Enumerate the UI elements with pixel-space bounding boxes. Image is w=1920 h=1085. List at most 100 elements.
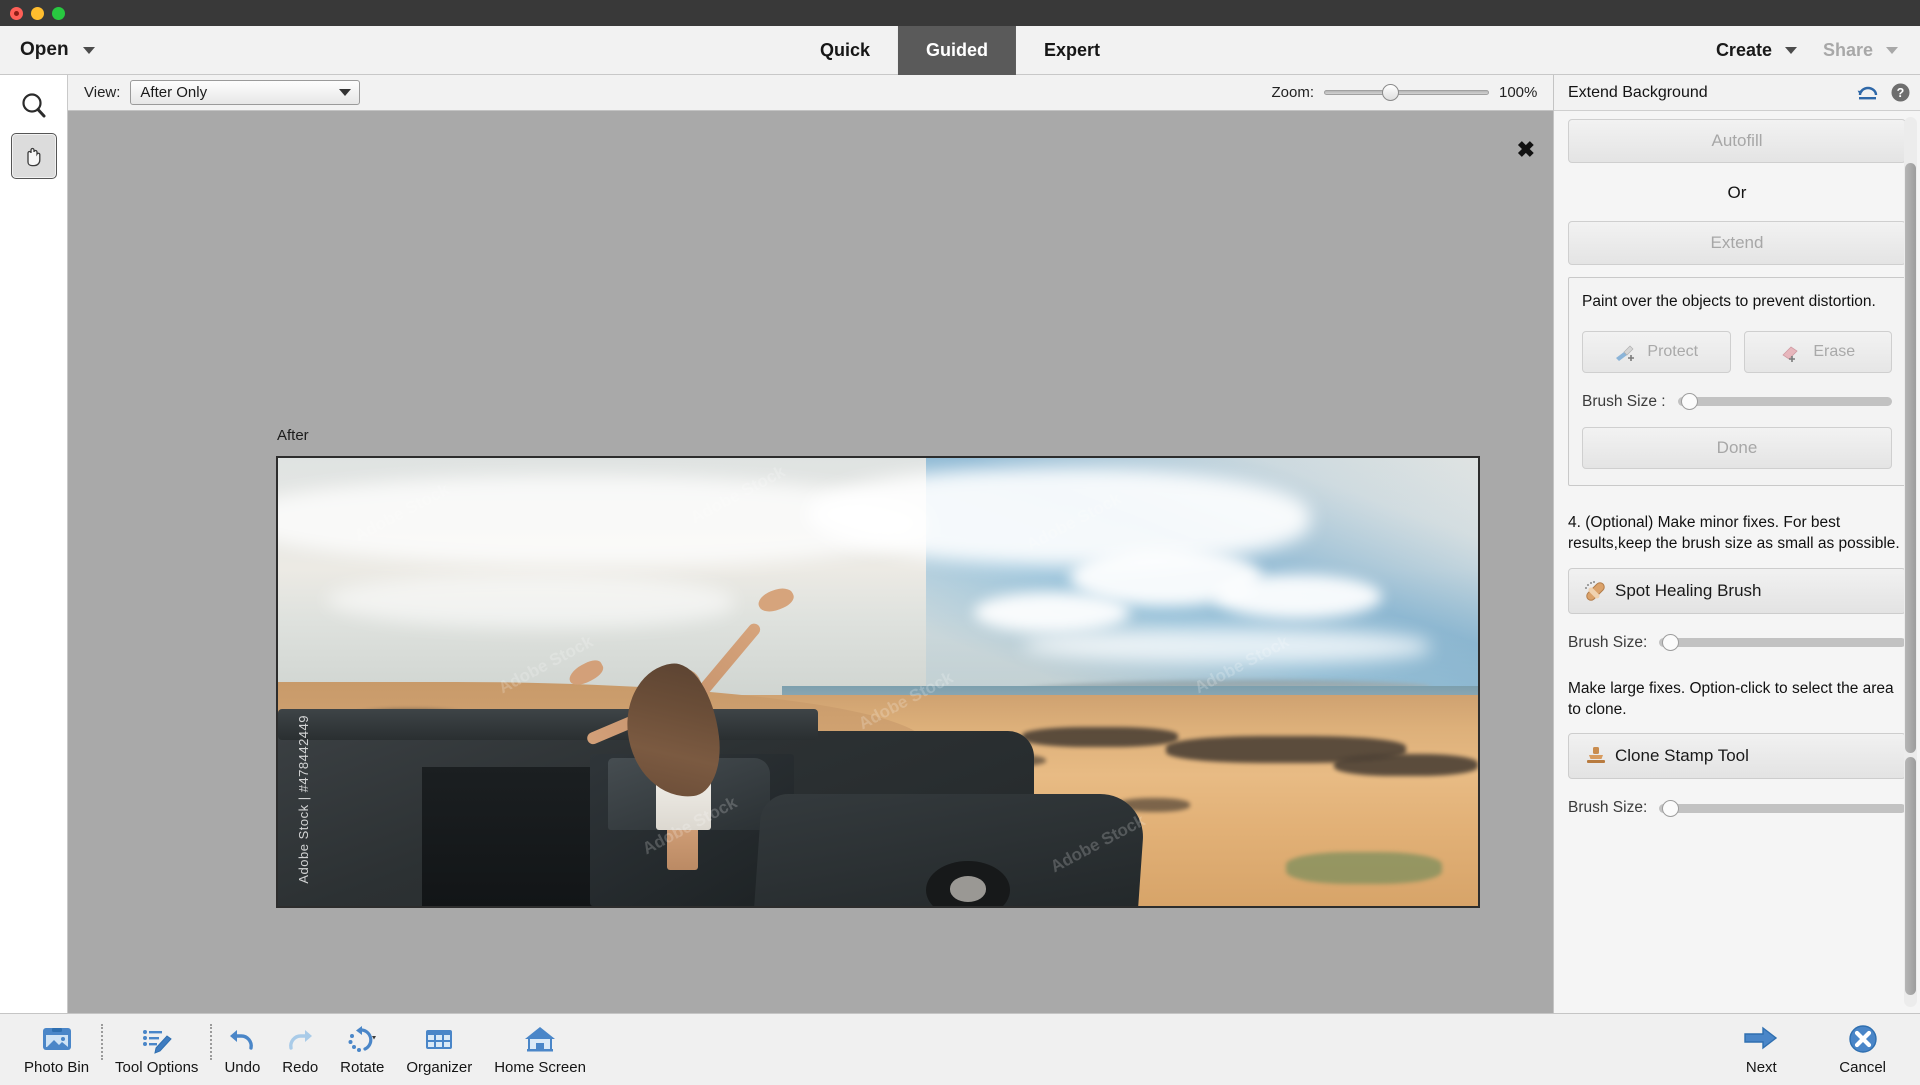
maximize-button[interactable] — [52, 7, 65, 20]
minimize-button[interactable] — [31, 7, 44, 20]
view-mode-value: After Only — [140, 84, 207, 101]
svg-text:?: ? — [1897, 86, 1905, 100]
chevron-down-icon — [1886, 47, 1898, 54]
brush-size-label: Brush Size: — [1568, 634, 1647, 652]
share-button[interactable]: Share — [1823, 40, 1898, 61]
protect-erase-row: Protect Erase — [1582, 331, 1892, 373]
zoom-label: Zoom: — [1271, 84, 1314, 101]
magnifier-icon — [19, 91, 49, 121]
paint-hint: Paint over the objects to prevent distor… — [1582, 292, 1892, 313]
rotate-button[interactable]: Rotate — [330, 1014, 394, 1076]
menu-right-actions: Create Share — [1716, 40, 1898, 61]
scrollbar-thumb[interactable] — [1905, 757, 1916, 995]
autofill-button[interactable]: Autofill — [1568, 119, 1906, 163]
bottom-right-actions: Next Cancel — [1731, 1014, 1920, 1076]
home-screen-label: Home Screen — [494, 1059, 586, 1076]
brush-size-row-2: Brush Size: — [1568, 634, 1906, 652]
bandage-icon — [1583, 579, 1609, 603]
tab-guided[interactable]: Guided — [898, 26, 1016, 75]
protect-brush-icon — [1614, 342, 1638, 362]
erase-label: Erase — [1813, 343, 1855, 361]
organizer-icon — [422, 1020, 456, 1058]
extend-button[interactable]: Extend — [1568, 221, 1906, 265]
rock — [1334, 754, 1478, 776]
photo-bin-button[interactable]: Photo Bin — [14, 1014, 99, 1076]
close-button[interactable] — [10, 7, 23, 20]
canvas-area[interactable]: ✖ After — [68, 111, 1553, 1013]
hand-tool[interactable] — [11, 133, 57, 179]
organizer-button[interactable]: Organizer — [396, 1014, 482, 1076]
cloud — [974, 592, 1130, 632]
hand-icon — [20, 142, 48, 170]
brush-size-row-3: Brush Size: — [1568, 799, 1906, 817]
menu-bar: Open Quick Guided Expert Create Share — [0, 26, 1920, 75]
chevron-down-icon — [83, 47, 95, 54]
brush-size-handle[interactable] — [1662, 634, 1679, 651]
home-icon — [523, 1020, 557, 1058]
spot-healing-brush-button[interactable]: Spot Healing Brush — [1568, 568, 1906, 614]
redo-label: Redo — [282, 1059, 318, 1076]
rotate-icon — [342, 1020, 382, 1058]
main-area: View: After Only Zoom: 100% ✖ After — [0, 75, 1920, 1013]
brush-size-label: Brush Size : — [1582, 393, 1666, 411]
option-bar: View: After Only Zoom: 100% — [68, 75, 1553, 111]
paint-subpanel: Paint over the objects to prevent distor… — [1568, 277, 1906, 486]
panel-title: Extend Background — [1568, 84, 1708, 102]
stamp-icon — [1583, 744, 1609, 768]
reset-icon[interactable] — [1856, 84, 1880, 102]
erase-button[interactable]: Erase — [1744, 331, 1893, 373]
home-screen-button[interactable]: Home Screen — [484, 1014, 596, 1076]
panel-scrollbar[interactable] — [1904, 117, 1917, 1007]
window-title-bar — [0, 0, 1920, 26]
close-icon[interactable]: ✖ — [1517, 139, 1535, 161]
zoom-slider-handle[interactable] — [1382, 84, 1399, 101]
redo-icon — [283, 1020, 317, 1058]
zoom-tool[interactable] — [11, 83, 57, 129]
jeep-open-side — [422, 767, 602, 906]
cancel-button[interactable]: Cancel — [1829, 1014, 1896, 1076]
rotate-label: Rotate — [340, 1059, 384, 1076]
chevron-down-icon — [339, 89, 351, 96]
tab-expert[interactable]: Expert — [1016, 26, 1128, 75]
undo-icon — [225, 1020, 259, 1058]
create-button[interactable]: Create — [1716, 40, 1797, 61]
scrollbar-thumb[interactable] — [1905, 163, 1916, 753]
arrow-right-icon — [1741, 1020, 1781, 1058]
protect-button[interactable]: Protect — [1582, 331, 1731, 373]
brush-size-label: Brush Size: — [1568, 799, 1647, 817]
zoom-controls: Zoom: 100% — [1271, 84, 1553, 101]
guided-edit-panel: Extend Background ? Autofill Or Extend P… — [1553, 75, 1920, 1013]
or-separator: Or — [1568, 183, 1906, 203]
organizer-label: Organizer — [406, 1059, 472, 1076]
brush-size-slider-2[interactable] — [1659, 638, 1906, 647]
redo-button[interactable]: Redo — [272, 1014, 328, 1076]
photo-bin-icon — [40, 1020, 74, 1058]
tool-options-button[interactable]: Tool Options — [105, 1014, 208, 1076]
after-label: After — [277, 427, 309, 444]
zoom-slider[interactable] — [1324, 90, 1489, 95]
step4-text: 4. (Optional) Make minor fixes. For best… — [1568, 512, 1906, 555]
cancel-label: Cancel — [1839, 1059, 1886, 1076]
image-preview[interactable]: Adobe Stock Adobe Stock Adobe Stock Adob… — [276, 456, 1480, 908]
help-icon[interactable]: ? — [1891, 83, 1910, 102]
rock — [1022, 727, 1178, 747]
tab-quick[interactable]: Quick — [792, 26, 898, 75]
brush-size-handle[interactable] — [1681, 393, 1698, 410]
next-button[interactable]: Next — [1731, 1014, 1791, 1076]
panel-header: Extend Background ? — [1554, 75, 1920, 111]
brush-size-slider-3[interactable] — [1659, 804, 1906, 813]
view-mode-select[interactable]: After Only — [130, 80, 360, 105]
erase-icon — [1780, 342, 1804, 362]
panel-body: Autofill Or Extend Paint over the object… — [1554, 111, 1920, 1013]
clone-stamp-tool-button[interactable]: Clone Stamp Tool — [1568, 733, 1906, 779]
undo-button[interactable]: Undo — [214, 1014, 270, 1076]
photo-content: Adobe Stock Adobe Stock Adobe Stock Adob… — [278, 458, 1478, 906]
brush-size-slider-1[interactable] — [1678, 397, 1892, 406]
protect-label: Protect — [1647, 343, 1698, 361]
brush-size-handle[interactable] — [1662, 800, 1679, 817]
toolbar-divider — [210, 1024, 212, 1060]
open-button[interactable]: Open — [20, 39, 95, 61]
shrub — [1286, 852, 1442, 883]
open-label: Open — [20, 39, 69, 61]
done-button[interactable]: Done — [1582, 427, 1892, 469]
